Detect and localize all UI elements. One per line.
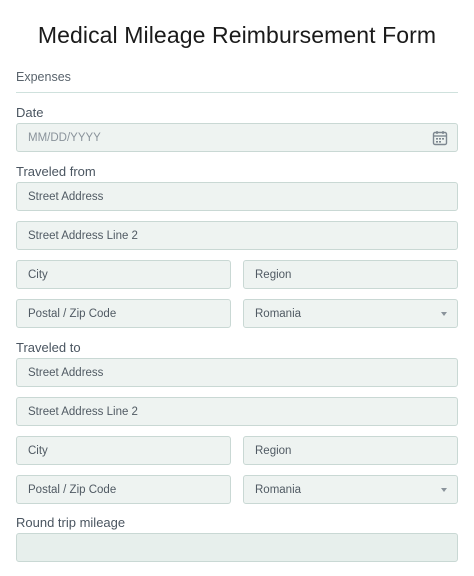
- from-street-address-placeholder: Street Address: [28, 190, 104, 203]
- round-trip-mileage-label: Round trip mileage: [16, 515, 126, 530]
- from-country-select[interactable]: Romania: [243, 299, 458, 328]
- traveled-to-label: Traveled to: [16, 340, 81, 355]
- from-country-value: Romania: [255, 307, 302, 320]
- to-region-placeholder: Region: [255, 444, 292, 457]
- to-street-address-line2-placeholder: Street Address Line 2: [28, 405, 138, 418]
- section-divider: [16, 92, 458, 93]
- from-region-input[interactable]: Region: [243, 260, 458, 289]
- from-street-address-line2-placeholder: Street Address Line 2: [28, 229, 138, 242]
- to-street-address-input[interactable]: Street Address: [16, 358, 458, 387]
- to-street-address-line2-input[interactable]: Street Address Line 2: [16, 397, 458, 426]
- date-field[interactable]: MM/DD/YYYY: [16, 123, 458, 152]
- from-zip-input[interactable]: Postal / Zip Code: [16, 299, 231, 328]
- to-street-address-placeholder: Street Address: [28, 366, 104, 379]
- traveled-from-label: Traveled from: [16, 164, 96, 179]
- from-street-address-line2-input[interactable]: Street Address Line 2: [16, 221, 458, 250]
- from-region-placeholder: Region: [255, 268, 292, 281]
- to-country-value: Romania: [255, 483, 302, 496]
- chevron-down-icon: [441, 312, 447, 316]
- date-placeholder: MM/DD/YYYY: [28, 131, 101, 144]
- from-city-input[interactable]: City: [16, 260, 231, 289]
- calendar-icon[interactable]: [432, 130, 448, 146]
- from-city-placeholder: City: [28, 268, 48, 281]
- section-heading-expenses: Expenses: [16, 70, 71, 84]
- from-zip-placeholder: Postal / Zip Code: [28, 307, 117, 320]
- to-city-placeholder: City: [28, 444, 48, 457]
- from-street-address-input[interactable]: Street Address: [16, 182, 458, 211]
- to-country-select[interactable]: Romania: [243, 475, 458, 504]
- chevron-down-icon: [441, 488, 447, 492]
- to-city-input[interactable]: City: [16, 436, 231, 465]
- round-trip-mileage-input[interactable]: [16, 533, 458, 562]
- to-zip-input[interactable]: Postal / Zip Code: [16, 475, 231, 504]
- date-label: Date: [16, 105, 44, 120]
- to-region-input[interactable]: Region: [243, 436, 458, 465]
- form-title: Medical Mileage Reimbursement Form: [37, 22, 437, 48]
- to-zip-placeholder: Postal / Zip Code: [28, 483, 117, 496]
